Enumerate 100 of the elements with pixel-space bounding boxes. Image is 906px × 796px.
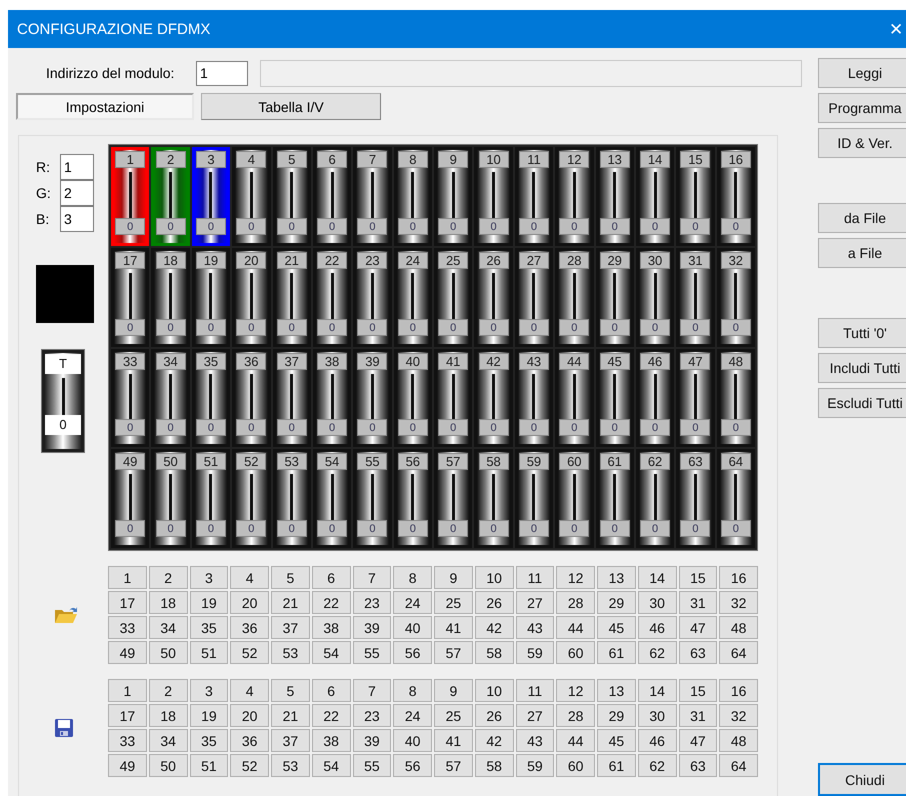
channel-fader[interactable]: 10 0 [474,147,513,246]
channel-button[interactable]: 58 [474,641,514,664]
channel-button[interactable]: 26 [474,591,514,614]
channel-button[interactable]: 37 [271,616,310,639]
channel-fader[interactable]: 32 0 [716,248,755,346]
channel-button[interactable]: 6 [312,566,350,589]
channel-button[interactable]: 21 [271,591,310,614]
channel-fader[interactable]: 44 0 [555,348,594,448]
channel-button[interactable]: 43 [516,729,554,752]
channel-fader[interactable]: 41 0 [434,348,472,448]
channel-fader[interactable]: 39 0 [353,348,392,448]
channel-fader[interactable]: 59 0 [514,449,554,548]
channel-field[interactable]: 3 [60,206,94,232]
action-button[interactable]: a File [818,238,906,268]
channel-fader[interactable]: 35 0 [192,348,230,448]
channel-button[interactable]: 52 [230,754,269,777]
channel-fader[interactable]: 20 0 [232,248,270,346]
channel-button[interactable]: 40 [393,729,432,752]
channel-button[interactable]: 51 [190,754,228,777]
action-button[interactable]: ID & Ver. [818,128,906,158]
channel-button[interactable]: 64 [719,641,758,664]
channel-button[interactable]: 5 [271,566,310,589]
channel-button[interactable]: 30 [638,704,676,727]
channel-fader[interactable]: 8 0 [394,147,432,246]
channel-fader[interactable]: 14 0 [636,147,674,246]
channel-fader[interactable]: 55 0 [353,449,392,548]
channel-button[interactable]: 18 [148,591,188,614]
channel-button[interactable]: 35 [190,729,228,752]
channel-button[interactable]: 32 [719,591,758,614]
channel-fader[interactable]: 30 0 [636,248,674,346]
channel-button[interactable]: 4 [230,566,269,589]
channel-fader[interactable]: 21 0 [272,248,311,346]
channel-button[interactable]: 36 [230,729,269,752]
channel-button[interactable]: 56 [393,754,432,777]
channel-button[interactable]: 36 [230,616,269,639]
channel-button[interactable]: 18 [148,704,188,727]
channel-button[interactable]: 61 [597,754,636,777]
channel-button[interactable]: 60 [556,754,595,777]
channel-fader[interactable]: 40 0 [394,348,432,448]
channel-button[interactable]: 42 [474,729,514,752]
channel-button[interactable]: 10 [474,566,514,589]
channel-fader[interactable]: 38 0 [312,348,352,448]
channel-fader[interactable]: 57 0 [434,449,472,548]
channel-button[interactable]: 40 [393,616,432,639]
channel-field[interactable]: 2 [60,180,94,206]
channel-fader[interactable]: 22 0 [312,248,352,346]
channel-fader[interactable]: 56 0 [394,449,432,548]
channel-button[interactable]: 11 [516,679,554,702]
channel-fader[interactable]: 24 0 [394,248,432,346]
channel-button[interactable]: 12 [556,566,595,589]
channel-button[interactable]: 57 [434,754,473,777]
channel-button[interactable]: 15 [678,679,718,702]
channel-button[interactable]: 47 [678,729,718,752]
channel-fader[interactable]: 17 0 [111,248,150,346]
channel-button[interactable]: 17 [108,591,147,614]
channel-fader[interactable]: 34 0 [151,348,190,448]
channel-button[interactable]: 20 [230,704,269,727]
channel-button[interactable]: 53 [271,754,310,777]
channel-button[interactable]: 51 [190,641,228,664]
channel-fader[interactable]: 9 0 [434,147,472,246]
channel-field[interactable]: 1 [60,154,94,180]
channel-button[interactable]: 28 [556,704,595,727]
channel-fader[interactable]: 31 0 [676,248,715,346]
channel-button[interactable]: 31 [678,704,718,727]
channel-button[interactable]: 47 [678,616,718,639]
channel-button[interactable]: 2 [148,679,188,702]
channel-fader[interactable]: 51 0 [192,449,230,548]
channel-button[interactable]: 9 [434,679,473,702]
channel-button[interactable]: 41 [434,616,473,639]
channel-fader[interactable]: 62 0 [636,449,674,548]
channel-button[interactable]: 5 [271,679,310,702]
channel-button[interactable]: 33 [108,729,147,752]
channel-button[interactable]: 26 [474,704,514,727]
channel-button[interactable]: 13 [597,566,636,589]
channel-button[interactable]: 1 [108,679,147,702]
channel-button[interactable]: 29 [597,704,636,727]
channel-button[interactable]: 9 [434,566,473,589]
channel-button[interactable]: 60 [556,641,595,664]
channel-fader[interactable]: 43 0 [514,348,554,448]
channel-fader[interactable]: 50 0 [151,449,190,548]
action-button[interactable]: Includi Tutti [818,353,906,383]
channel-button[interactable]: 39 [352,616,392,639]
channel-fader[interactable]: 37 0 [272,348,311,448]
channel-button[interactable]: 14 [638,566,676,589]
close-dialog-button[interactable]: Chiudi [818,763,906,796]
channel-button[interactable]: 38 [312,616,350,639]
channel-fader[interactable]: 54 0 [312,449,352,548]
channel-button[interactable]: 10 [474,679,514,702]
channel-fader[interactable]: 5 0 [272,147,311,246]
channel-button[interactable]: 57 [434,641,473,664]
channel-button[interactable]: 22 [312,591,350,614]
channel-fader[interactable]: 45 0 [596,348,634,448]
channel-button[interactable]: 25 [434,591,473,614]
channel-fader[interactable]: 58 0 [474,449,513,548]
channel-button[interactable]: 4 [230,679,269,702]
channel-button[interactable]: 8 [393,566,432,589]
channel-button[interactable]: 41 [434,729,473,752]
channel-button[interactable]: 44 [556,616,595,639]
channel-fader[interactable]: 25 0 [434,248,472,346]
channel-fader[interactable]: 64 0 [716,449,755,548]
